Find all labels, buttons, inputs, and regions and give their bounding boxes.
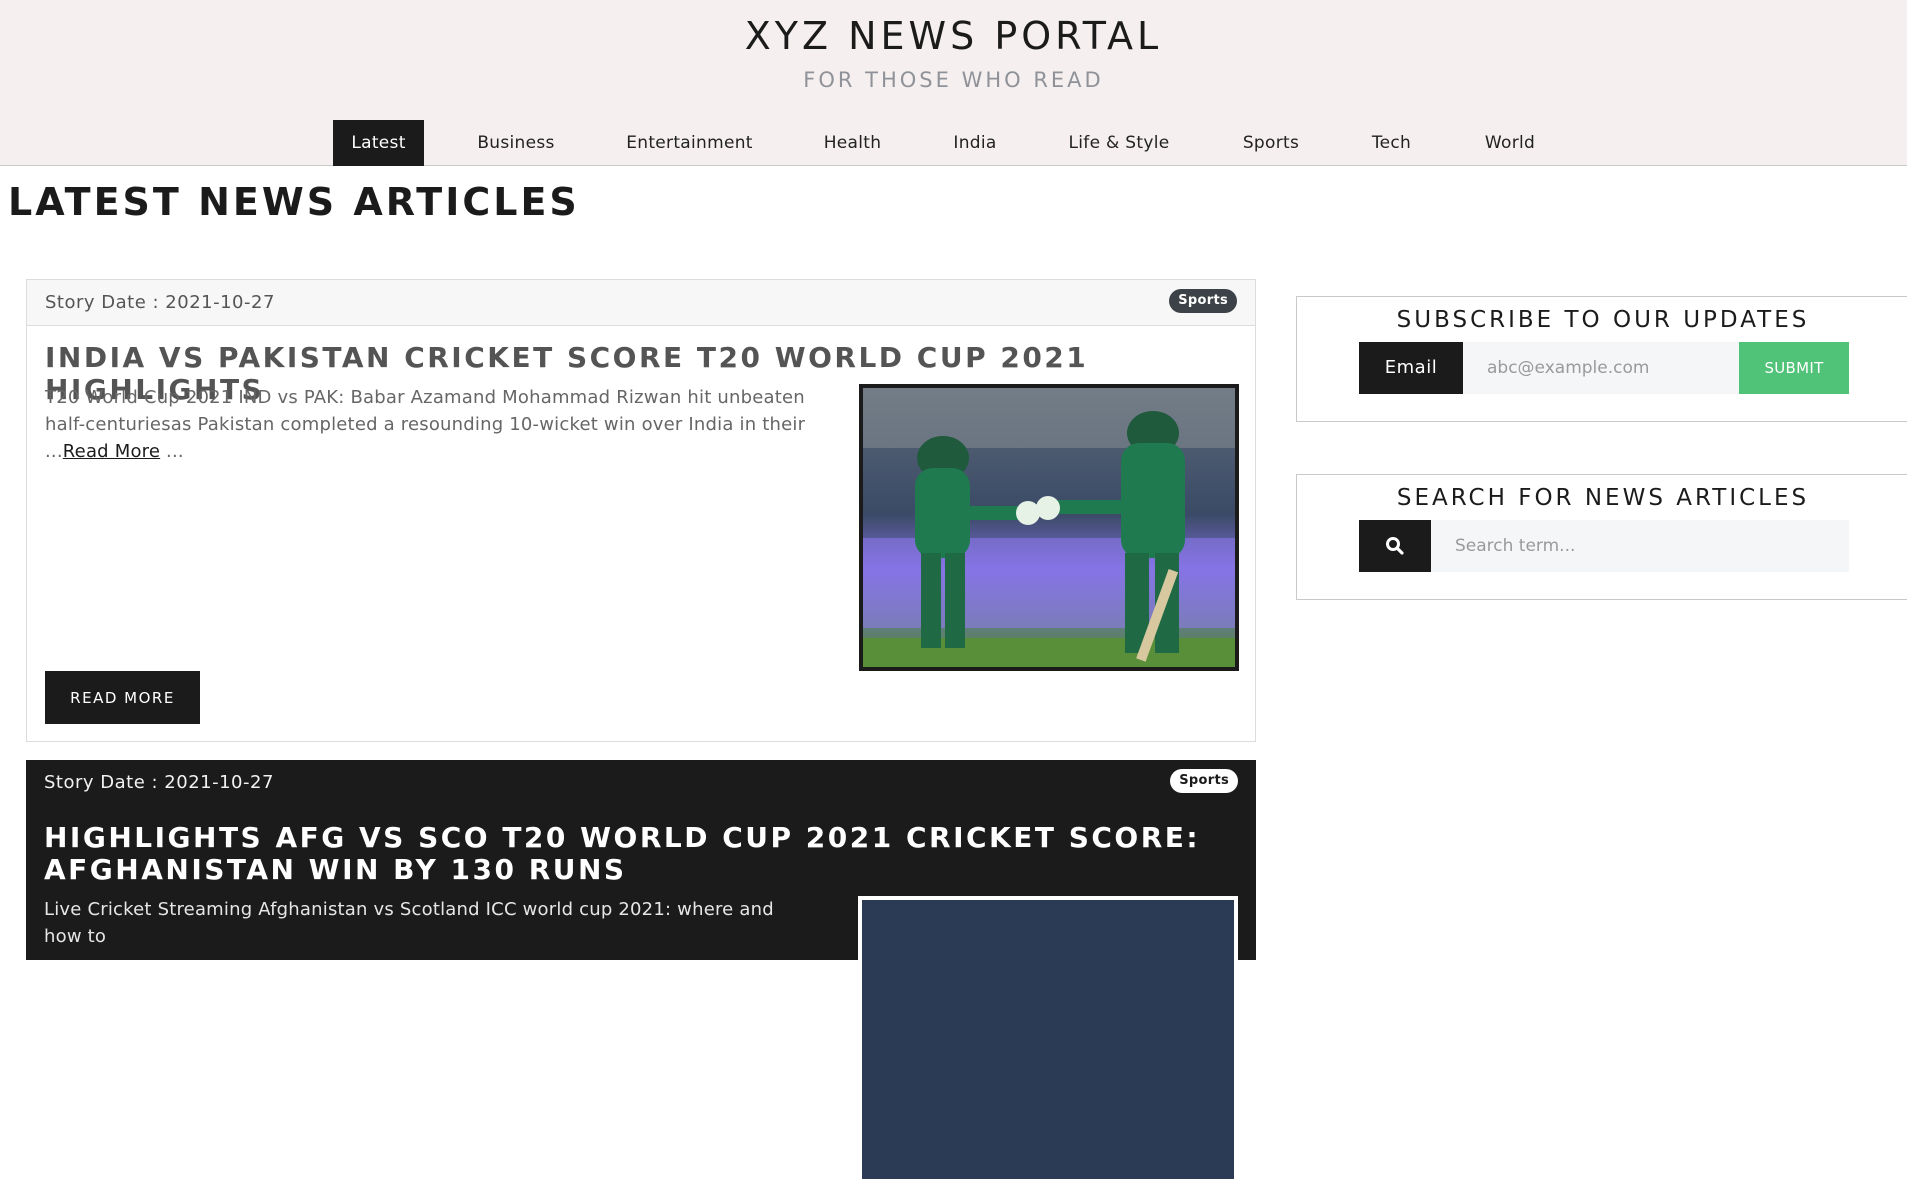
article-meta-bar: Story Date : 2021-10-27 Sports bbox=[26, 760, 1256, 806]
nav-item-latest[interactable]: Latest bbox=[333, 120, 424, 166]
nav-item-sports[interactable]: Sports bbox=[1225, 120, 1317, 166]
read-more-button[interactable]: READ MORE bbox=[45, 671, 200, 724]
nav-item-health[interactable]: Health bbox=[806, 120, 899, 166]
article-title[interactable]: HIGHLIGHTS AFG VS SCO T20 WORLD CUP 2021… bbox=[44, 822, 1224, 886]
article-excerpt: T20 World Cup 2021 IND vs PAK: Babar Aza… bbox=[45, 384, 815, 465]
site-header: XYZ NEWS PORTAL FOR THOSE WHO READ Lates… bbox=[0, 0, 1907, 166]
search-title: SEARCH FOR NEWS ARTICLES bbox=[1396, 485, 1810, 511]
site-title[interactable]: XYZ NEWS PORTAL bbox=[0, 14, 1907, 58]
nav-item-india[interactable]: India bbox=[939, 120, 1011, 166]
article-excerpt: Live Cricket Streaming Afghanistan vs Sc… bbox=[44, 899, 774, 947]
read-more-link[interactable]: Read More bbox=[63, 441, 160, 462]
nav-item-business[interactable]: Business bbox=[459, 120, 573, 166]
article-thumbnail[interactable] bbox=[859, 384, 1239, 671]
submit-button[interactable]: SUBMIT bbox=[1739, 342, 1849, 394]
nav-item-life-style[interactable]: Life & Style bbox=[1052, 120, 1186, 166]
article-meta-bar: Story Date : 2021-10-27 Sports bbox=[27, 280, 1255, 326]
search-button[interactable] bbox=[1359, 520, 1431, 572]
email-label: Email bbox=[1359, 342, 1463, 394]
nav-item-world[interactable]: World bbox=[1467, 120, 1553, 166]
subscribe-widget: SUBSCRIBE TO OUR UPDATES Email SUBMIT bbox=[1296, 296, 1907, 422]
nav-item-tech[interactable]: Tech bbox=[1358, 120, 1425, 166]
category-badge[interactable]: Sports bbox=[1169, 289, 1237, 313]
search-icon bbox=[1386, 537, 1404, 555]
article-card: Story Date : 2021-10-27 Sports HIGHLIGHT… bbox=[26, 760, 1256, 1183]
cricket-players-image bbox=[863, 388, 1235, 667]
nav-item-entertainment[interactable]: Entertainment bbox=[612, 120, 767, 166]
story-date: Story Date : 2021-10-27 bbox=[44, 772, 274, 793]
story-date: Story Date : 2021-10-27 bbox=[45, 292, 275, 313]
article-card: Story Date : 2021-10-27 Sports INDIA VS … bbox=[26, 279, 1256, 742]
site-tagline: FOR THOSE WHO READ bbox=[803, 68, 1104, 92]
search-widget: SEARCH FOR NEWS ARTICLES bbox=[1296, 474, 1907, 600]
main-nav: Latest Business Entertainment Health Ind… bbox=[0, 120, 1907, 166]
email-field[interactable] bbox=[1463, 342, 1739, 394]
subscribe-title: SUBSCRIBE TO OUR UPDATES bbox=[1396, 307, 1810, 333]
category-badge[interactable]: Sports bbox=[1170, 769, 1238, 793]
excerpt-tail: ... bbox=[160, 441, 184, 462]
page-title: LATEST NEWS ARTICLES bbox=[8, 180, 580, 224]
search-input[interactable] bbox=[1431, 520, 1849, 572]
article-thumbnail[interactable] bbox=[858, 896, 1238, 1183]
